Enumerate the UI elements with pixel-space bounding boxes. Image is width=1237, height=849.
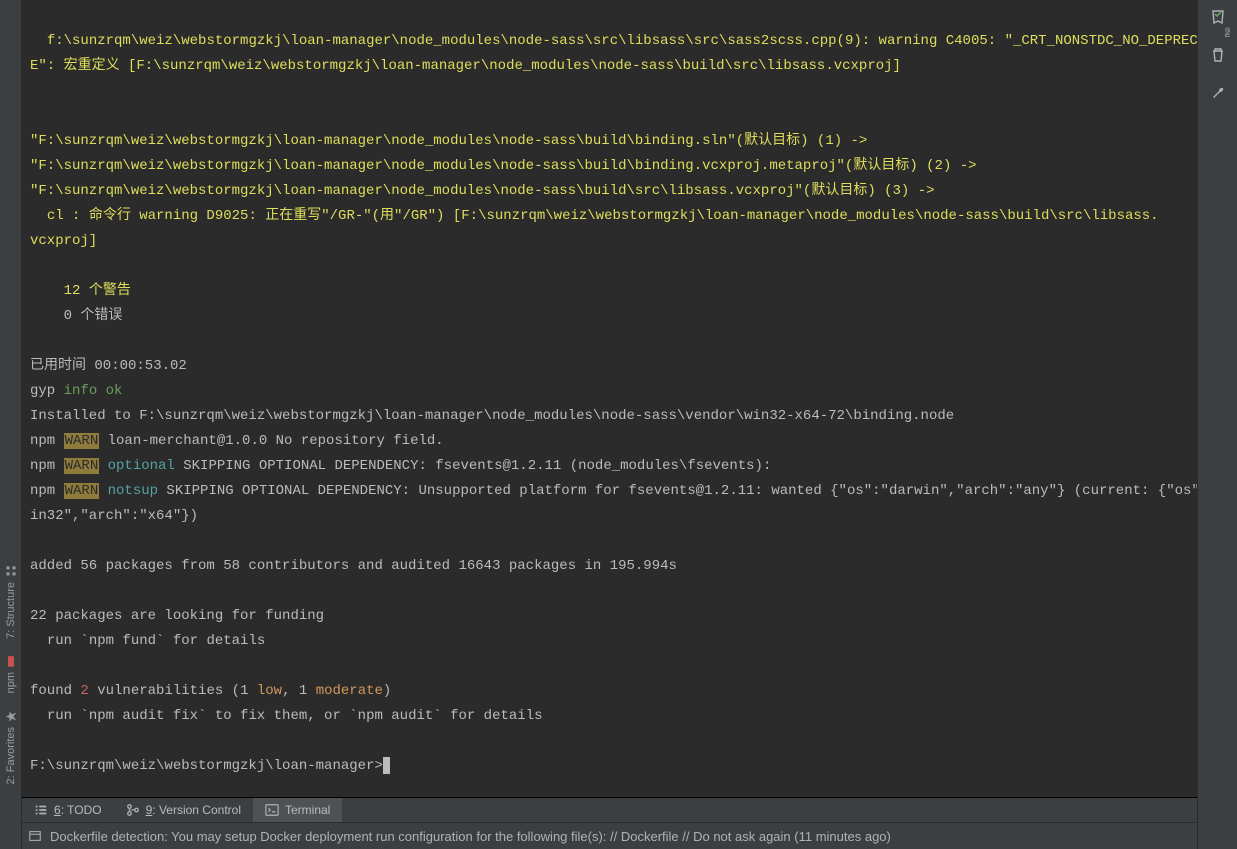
trash-icon[interactable]: 2 [1207,44,1229,66]
docker-notification-icon [28,829,42,843]
npm-warn-badge: WARN [64,483,100,499]
events-badge-2: 2 [1224,26,1230,38]
tab-version-control[interactable]: 9: Version Control [114,798,253,822]
terminal-icon [265,803,279,817]
installed-line: Installed to F:\sunzrqm\weiz\webstormgzk… [30,408,954,424]
right-tool-strip: 2 2 [1197,0,1237,849]
sidebar-item-structure[interactable]: 7: Structure [2,557,20,647]
left-tool-sidebar: 7: Structure npm 2: Favorites [0,0,22,849]
tab-todo[interactable]: 6: TODO [22,798,114,822]
npm-warn-badge: WARN [64,433,100,449]
sln-target-2: "F:\sunzrqm\weiz\webstormgzkj\loan-manag… [30,158,977,174]
added-packages: added 56 packages from 58 contributors a… [30,558,677,574]
npm-notsup: notsup [99,483,158,499]
wrench-icon[interactable] [1207,82,1229,104]
warnings-count: 12 个警告 [30,283,131,299]
star-icon [5,710,17,722]
elapsed-time: 已用时间 00:00:53.02 [30,358,187,374]
structure-icon [5,565,17,577]
funding-2: run `npm fund` for details [30,633,265,649]
favorites-label: 2: Favorites [5,727,17,784]
vuln-low: low [257,683,282,699]
vuln-moderate: moderate [316,683,383,699]
npm3-rest: SKIPPING OPTIONAL DEPENDENCY: Unsupporte… [30,483,1225,524]
bottom-tool-tabs: 6: TODO 9: Version Control Terminal [22,797,1237,822]
npm-label: npm [5,672,17,693]
npm-pfx-3: npm [30,483,64,499]
warning-line: f:\sunzrqm\weiz\webstormgzkj\loan-manage… [30,33,1215,74]
vuln-count: 2 [80,683,88,699]
audit-line: run `npm audit fix` to fix them, or `npm… [30,708,543,724]
errors-count: 0 个错误 [30,308,122,324]
events-icon[interactable]: 2 [1207,6,1229,28]
terminal-output[interactable]: f:\sunzrqm\weiz\webstormgzkj\loan-manage… [22,0,1237,797]
vcxproj-tail: vcxproj] [30,233,97,249]
sidebar-item-favorites[interactable]: 2: Favorites [2,702,20,792]
npm-pfx-2: npm [30,458,64,474]
npm-optional: optional [99,458,175,474]
found-pre: found [30,683,80,699]
sln-target-3: "F:\sunzrqm\weiz\webstormgzkj\loan-manag… [30,183,935,199]
todo-icon [34,803,48,817]
cursor [383,757,390,774]
npm-pfx-1: npm [30,433,64,449]
cl-warning: cl : 命令行 warning D9025: 正在重写"/GR-"(用"/GR… [30,208,1159,224]
prompt: F:\sunzrqm\weiz\webstormgzkj\loan-manage… [30,758,383,774]
npm-icon [5,655,17,667]
vcs-icon [126,803,140,817]
gyp-info: info [64,383,98,399]
main-area: f:\sunzrqm\weiz\webstormgzkj\loan-manage… [22,0,1237,849]
status-bar: Dockerfile detection: You may setup Dock… [22,822,1237,849]
gyp-ok: ok [106,383,123,399]
funding-1: 22 packages are looking for funding [30,608,324,624]
structure-label: 7: Structure [5,582,17,639]
tab-terminal[interactable]: Terminal [253,798,342,822]
npm-warn-1-rest: loan-merchant@1.0.0 No repository field. [99,433,443,449]
sidebar-item-npm[interactable]: npm [2,647,20,701]
status-text[interactable]: Dockerfile detection: You may setup Dock… [50,829,891,844]
npm2-rest: SKIPPING OPTIONAL DEPENDENCY: fsevents@1… [175,458,772,474]
npm-warn-badge: WARN [64,458,100,474]
gyp-prefix: gyp [30,383,64,399]
sln-target-1: "F:\sunzrqm\weiz\webstormgzkj\loan-manag… [30,133,867,149]
